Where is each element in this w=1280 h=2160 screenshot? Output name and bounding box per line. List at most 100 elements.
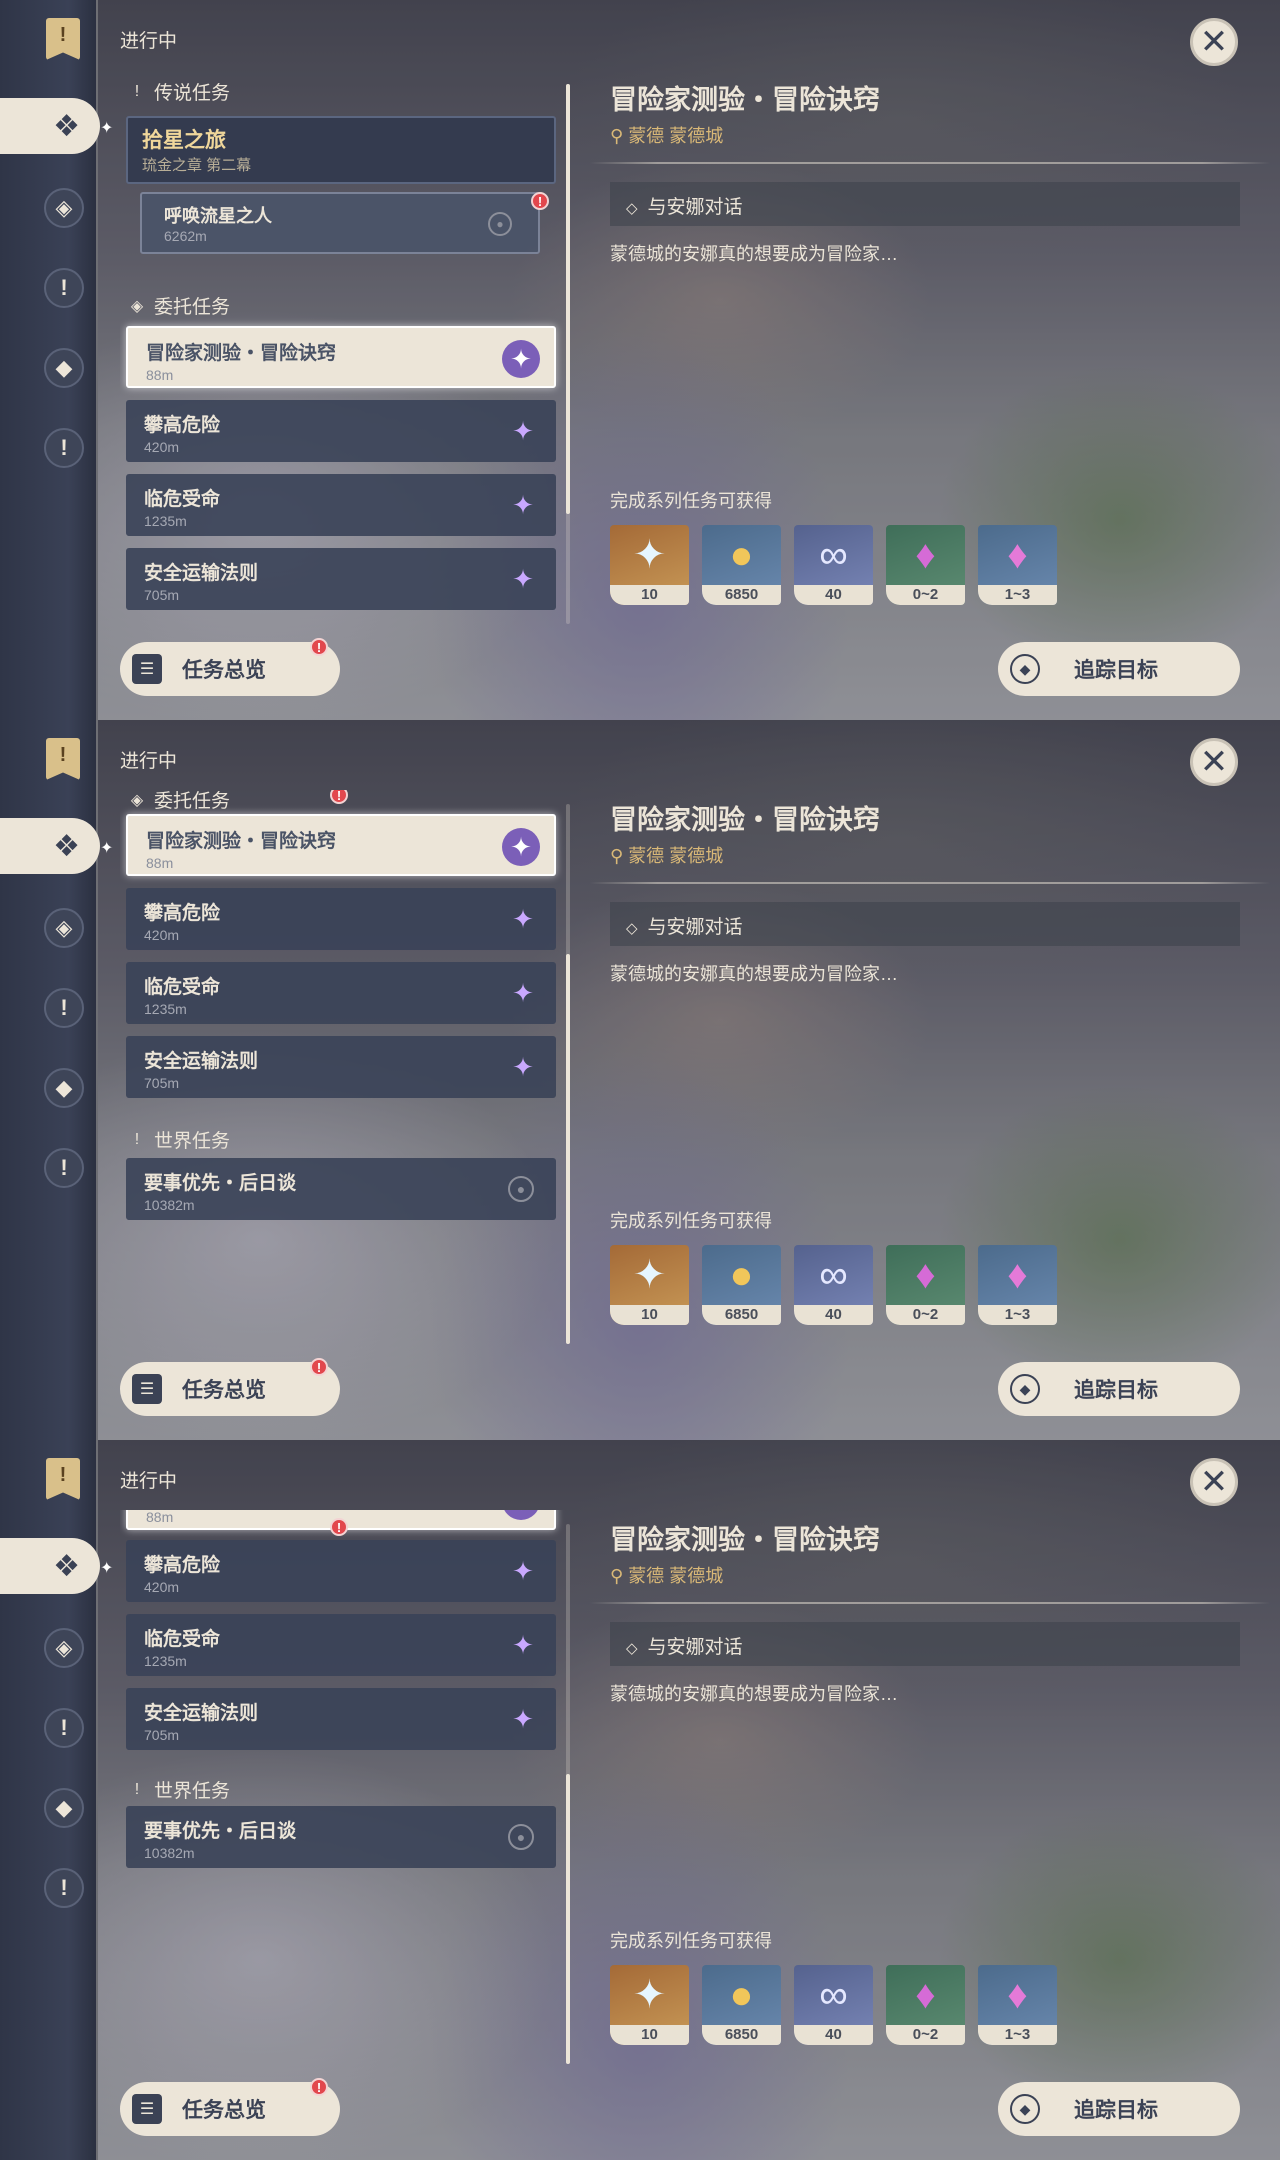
quest-screen-1: ! ❖ ✦ ◈ ! ◆ ! 进行中 ✕ ! 传说任务 拾星之旅 琉金之章 第二幕 … [0, 0, 1280, 720]
location-pin-icon: ⚲ [610, 1566, 629, 1586]
objective-text: 与安娜对话 [647, 1637, 743, 1658]
crystal-cluster-icon: ♦ [1007, 532, 1028, 577]
commission-marker-icon: ✦ [512, 1703, 534, 1734]
sparkle-icon: ✦ [100, 120, 114, 137]
quest-list[interactable]: ! 传说任务 拾星之旅 琉金之章 第二幕 呼唤流星之人 6262m ● ! ◈ 委托… [120, 70, 570, 620]
category-tab-all[interactable]: ❖ [0, 1538, 100, 1594]
reward-item[interactable]: ♦ 1~3 [978, 1245, 1057, 1325]
primogem-icon: ✦ [632, 1253, 667, 1297]
quest-item[interactable]: 安全运输法则 705m ✦ [126, 1688, 556, 1750]
quest-item-selected[interactable]: 冒险家测验・冒险诀窍 88m ✦ [126, 814, 556, 876]
track-target-button[interactable]: ◆ 追踪目标 [998, 1362, 1240, 1416]
reward-item[interactable]: ♦ 0~2 [886, 525, 965, 605]
quest-item-selected[interactable]: 冒险家测验・冒险诀窍 88m ✦ [126, 326, 556, 388]
quest-overview-button[interactable]: ☰ 任务总览 [120, 1362, 340, 1416]
track-target-button[interactable]: ◆ 追踪目标 [998, 2082, 1240, 2136]
quest-overview-button[interactable]: ☰ 任务总览 [120, 2082, 340, 2136]
scrollbar-thumb[interactable] [566, 954, 570, 1344]
quest-item[interactable]: 要事优先・后日谈 10382m ● [126, 1158, 556, 1220]
reward-item[interactable]: ∞ 40 [794, 1965, 873, 2045]
quest-list-scrollbar[interactable] [566, 1524, 570, 2064]
quest-item[interactable]: 攀高危险 420m ✦ [126, 1540, 556, 1602]
scrollbar-thumb[interactable] [566, 1774, 570, 2064]
sparkle-icon: ✦ [100, 1560, 114, 1577]
track-diamond-icon: ◆ [1010, 2094, 1040, 2124]
section-commission: ◈ 委托任务 [128, 292, 230, 319]
quest-name: 临危受命 [144, 489, 221, 510]
commission-icon: ◆ [55, 1795, 73, 1820]
close-icon: ✕ [1199, 23, 1229, 61]
quest-description: 蒙德城的安娜真的想要成为冒险家… [610, 1684, 898, 1704]
quest-item[interactable]: 要事优先・后日谈 10382m ● [126, 1806, 556, 1868]
scrollbar-thumb[interactable] [566, 84, 570, 514]
close-button[interactable]: ✕ [1190, 738, 1238, 786]
category-tab-world[interactable]: ! [44, 1868, 84, 1908]
category-tab-story[interactable]: ! [44, 1708, 84, 1748]
quest-list[interactable]: 冒险家测验・冒险诀窍 88m ✦ ! 攀高危险 420m ✦ 临危受命 1235… [120, 1510, 570, 2060]
objective-text: 与安娜对话 [647, 197, 743, 218]
category-tab-archon[interactable]: ◈ [44, 188, 84, 228]
section-label: 委托任务 [154, 297, 231, 318]
track-target-button[interactable]: ◆ 追踪目标 [998, 642, 1240, 696]
quest-distance: 420m [144, 439, 180, 455]
category-tab-all[interactable]: ❖ [0, 98, 100, 154]
quest-item[interactable]: 临危受命 1235m ✦ [126, 474, 556, 536]
close-button[interactable]: ✕ [1190, 18, 1238, 66]
reward-item[interactable]: ∞ 40 [794, 1245, 873, 1325]
quest-title: 冒险家测验・冒险诀窍 [610, 85, 880, 115]
quest-item[interactable]: 攀高危险 420m ✦ [126, 400, 556, 462]
quest-name: 呼唤流星之人 [164, 206, 272, 226]
quest-list-scrollbar[interactable] [566, 804, 570, 1344]
reward-item[interactable]: ✦ 10 [610, 1245, 689, 1325]
category-tab-all[interactable]: ❖ [0, 818, 100, 874]
category-tab-commission[interactable]: ◆ [44, 348, 84, 388]
quest-item[interactable]: 临危受命 1235m ✦ [126, 1614, 556, 1676]
legend-subquest[interactable]: 呼唤流星之人 6262m ● [140, 192, 540, 254]
quest-location: ⚲ 蒙德 蒙德城 [610, 1562, 723, 1588]
legend-quest-header[interactable]: 拾星之旅 琉金之章 第二幕 [126, 116, 556, 184]
close-button[interactable]: ✕ [1190, 1458, 1238, 1506]
reward-item[interactable]: ● 6850 [702, 525, 781, 605]
reward-item[interactable]: ✦ 10 [610, 1965, 689, 2045]
quest-name: 安全运输法则 [144, 1703, 259, 1724]
quest-item[interactable]: 攀高危险 420m ✦ [126, 888, 556, 950]
crystal-chunk-icon: ♦ [915, 1252, 936, 1297]
category-tab-story[interactable]: ! [44, 268, 84, 308]
quest-distance: 705m [144, 1075, 180, 1091]
divider [590, 1602, 1270, 1604]
reward-label: 完成系列任务可获得 [610, 1931, 772, 1951]
quest-list-scrollbar[interactable] [566, 84, 570, 624]
commission-marker-icon: ✦ [512, 977, 534, 1008]
rail-divider [96, 0, 98, 720]
quest-item[interactable]: 临危受命 1235m ✦ [126, 962, 556, 1024]
quest-distance: 1235m [144, 1653, 187, 1669]
category-tab-world[interactable]: ! [44, 1148, 84, 1188]
reward-item[interactable]: ✦ 10 [610, 525, 689, 605]
crystal-chunk-icon: ♦ [915, 532, 936, 577]
world-quest-icon: ! [60, 1875, 68, 1900]
quest-item[interactable]: 安全运输法则 705m ✦ [126, 1036, 556, 1098]
reward-item[interactable]: ♦ 0~2 [886, 1965, 965, 2045]
reward-item[interactable]: ● 6850 [702, 1965, 781, 2045]
world-quest-icon: ! [60, 435, 68, 460]
reward-list: ✦ 10 ● 6850 ∞ 40 ♦ 0~2 ♦ 1~3 [610, 1965, 1057, 2045]
track-diamond-icon: ◆ [1010, 1374, 1040, 1404]
category-tab-commission[interactable]: ◆ [44, 1788, 84, 1828]
quest-overview-button[interactable]: ☰ 任务总览 [120, 642, 340, 696]
quest-description: 蒙德城的安娜真的想要成为冒险家… [610, 964, 898, 984]
reward-item[interactable]: ● 6850 [702, 1245, 781, 1325]
reward-count: 0~2 [886, 2025, 965, 2045]
reward-item[interactable]: ♦ 0~2 [886, 1245, 965, 1325]
category-tab-archon[interactable]: ◈ [44, 908, 84, 948]
quest-list[interactable]: ◈ 委托任务 ! 冒险家测验・冒险诀窍 88m ✦ 攀高危险 420m ✦ 临危受… [120, 790, 570, 1340]
category-tab-archon[interactable]: ◈ [44, 1628, 84, 1668]
category-tab-story[interactable]: ! [44, 988, 84, 1028]
category-tab-commission[interactable]: ◆ [44, 1068, 84, 1108]
quest-item[interactable]: 安全运输法则 705m ✦ [126, 548, 556, 610]
reward-item[interactable]: ♦ 1~3 [978, 1965, 1057, 2045]
quest-name: 攀高危险 [144, 1555, 221, 1576]
reward-item[interactable]: ♦ 1~3 [978, 525, 1057, 605]
category-tab-world[interactable]: ! [44, 428, 84, 468]
reward-item[interactable]: ∞ 40 [794, 525, 873, 605]
mora-icon: ● [729, 1972, 754, 2017]
